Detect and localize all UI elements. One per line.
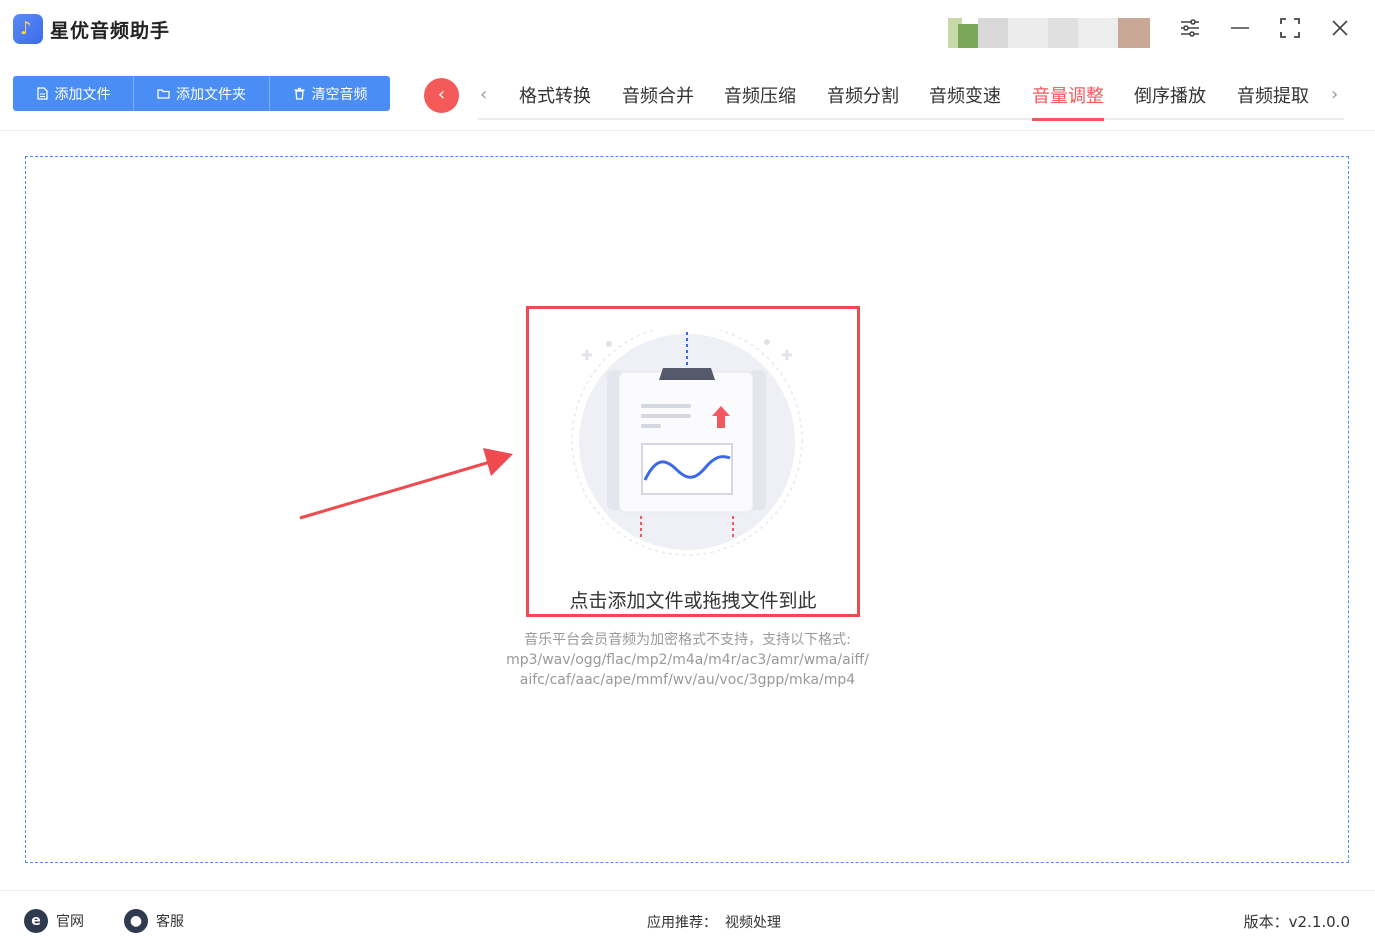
title-bar: ♪ 星优音频助手 (0, 0, 1375, 62)
file-toolbar: 添加文件 添加文件夹 清空音频 (13, 76, 390, 111)
version-label: 版本：v2.1.0.0 (1243, 913, 1350, 931)
add-folder-label: 添加文件夹 (176, 86, 246, 103)
app-window: ♪ 星优音频助手 添加文件 添加文件夹 清空音频 ‹ ‹ › 格式转换 音频合并… (0, 0, 1375, 950)
add-file-label: 添加文件 (54, 86, 111, 103)
tab-reverse-play[interactable]: 倒序播放 (1134, 82, 1206, 112)
tab-audio-speed[interactable]: 音频变速 (929, 82, 1001, 112)
support-label: 客服 (156, 914, 184, 930)
minimize-icon[interactable] (1226, 17, 1254, 45)
formats-note-line1: 音乐平台会员音频为加密格式不支持，支持以下格式: (524, 632, 851, 648)
divider (0, 130, 1375, 131)
supported-formats-note: 音乐平台会员音频为加密格式不支持，支持以下格式: mp3/wav/ogg/fla… (430, 630, 945, 690)
svg-text:✚: ✚ (581, 348, 593, 364)
file-icon (36, 87, 48, 100)
app-title: 星优音频助手 (50, 20, 171, 42)
close-icon[interactable] (1326, 17, 1354, 45)
function-tabs: 格式转换 音频合并 音频压缩 音频分割 音频变速 音量调整 倒序播放 音频提取 (478, 76, 1344, 121)
formats-note-line3: aifc/caf/aac/ape/mmf/wv/au/voc/3gpp/mka/… (519, 672, 856, 688)
app-logo-icon: ♪ (13, 14, 43, 44)
user-avatar[interactable] (948, 18, 1150, 48)
status-footer: e 官网 ● 客服 应用推荐： 视频处理 版本：v2.1.0.0 (0, 890, 1375, 951)
chevron-left-icon: ‹ (437, 84, 446, 105)
app-recommend: 应用推荐： 视频处理 (647, 912, 781, 932)
drop-zone-label[interactable]: 点击添加文件或拖拽文件到此 (526, 586, 860, 613)
formats-note-line2: mp3/wav/ogg/flac/mp2/m4a/m4r/ac3/amr/wma… (506, 652, 869, 668)
folder-icon (157, 89, 170, 99)
tab-audio-compress[interactable]: 音频压缩 (724, 82, 796, 112)
tab-volume-adjust[interactable]: 音量调整 (1032, 82, 1104, 121)
annotation-arrow (299, 448, 513, 520)
settings-sliders-icon[interactable] (1176, 17, 1204, 45)
tab-format-convert[interactable]: 格式转换 (519, 82, 591, 112)
upload-illustration[interactable]: ✚ ✚ (567, 330, 807, 560)
browser-e-icon: e (24, 909, 48, 933)
tab-audio-merge[interactable]: 音频合并 (622, 82, 694, 112)
recommend-label: 应用推荐： (647, 915, 717, 931)
svg-text:✚: ✚ (781, 348, 793, 364)
add-folder-button[interactable]: 添加文件夹 (134, 76, 270, 111)
collapse-back-button[interactable]: ‹ (424, 78, 459, 113)
recommend-video-link[interactable]: 视频处理 (725, 915, 781, 931)
maximize-icon[interactable] (1276, 17, 1304, 45)
tab-audio-extract[interactable]: 音频提取 (1237, 82, 1309, 112)
support-link[interactable]: ● 客服 (124, 909, 184, 933)
clear-audio-label: 清空音频 (311, 86, 368, 103)
website-link[interactable]: e 官网 (24, 909, 84, 933)
website-label: 官网 (56, 914, 84, 930)
chat-bubble-icon: ● (124, 909, 148, 933)
add-file-button[interactable]: 添加文件 (13, 76, 134, 111)
trash-icon (294, 87, 304, 100)
tab-audio-split[interactable]: 音频分割 (827, 82, 899, 112)
clear-audio-button[interactable]: 清空音频 (270, 76, 390, 111)
